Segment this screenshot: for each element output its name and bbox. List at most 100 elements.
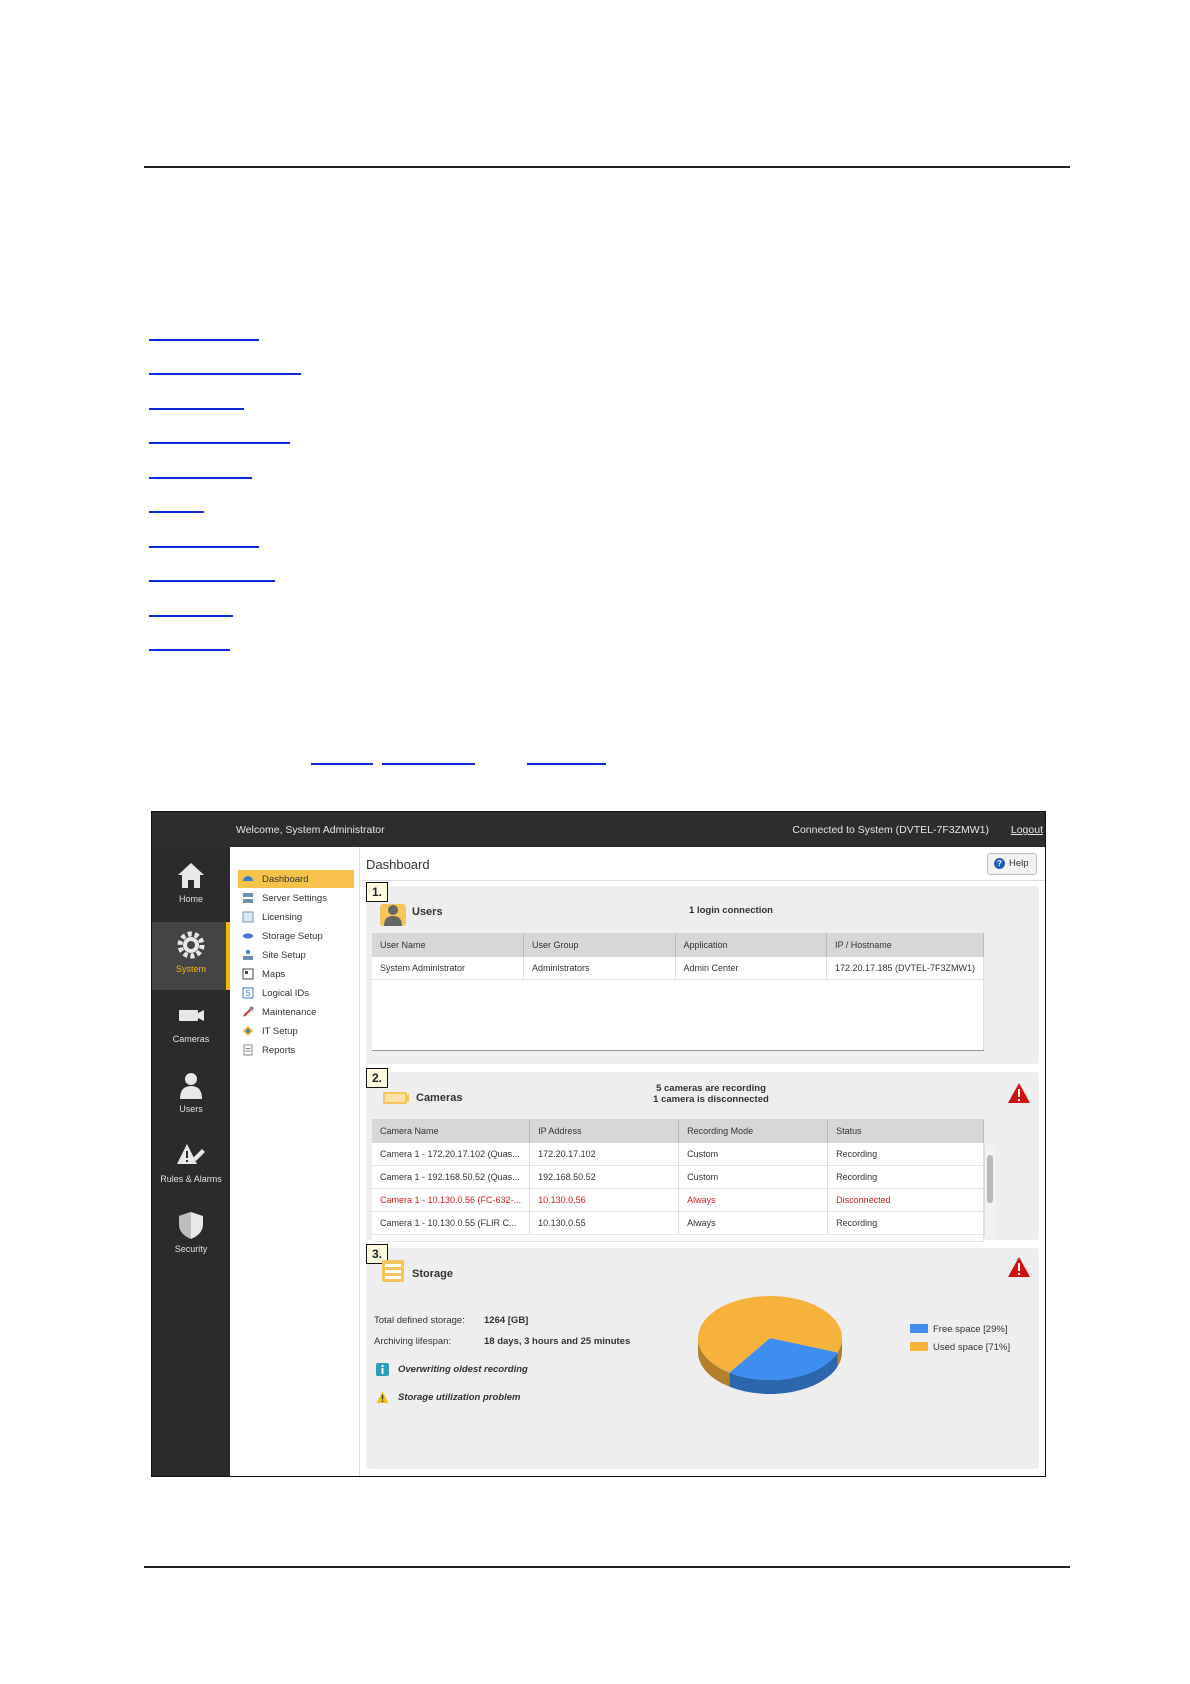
submenu-server-settings[interactable]: Server Settings	[238, 889, 354, 907]
table-cell: Custom	[678, 1165, 829, 1189]
toc-link-1[interactable]	[149, 339, 259, 341]
legend-entry: Used space [71%]	[910, 1342, 1010, 1353]
table-scrollbar[interactable]	[984, 1143, 995, 1237]
storage-icon	[243, 933, 253, 939]
column-header[interactable]: IP Address	[529, 1119, 680, 1143]
total-storage-value: 1264 [GB]	[484, 1315, 529, 1326]
table-cell: 10.130.0.55	[529, 1211, 680, 1235]
nav-security[interactable]: Security	[152, 1202, 230, 1270]
table-cell: Administrators	[523, 957, 676, 980]
table-cell: 192.168.50.52	[529, 1165, 680, 1189]
table-row[interactable]: Camera 1 - 10.130.0.55 (FLIR C... 10.130…	[372, 1211, 984, 1235]
info-icon	[376, 1363, 389, 1376]
submenu-maintenance[interactable]: Maintenance	[238, 1003, 354, 1021]
inline-link-3[interactable]	[527, 763, 606, 765]
dashboard-icon	[243, 876, 253, 881]
welcome-text: Welcome, System Administrator	[236, 824, 385, 836]
nav-cameras[interactable]: Cameras	[152, 992, 230, 1060]
reports-icon	[243, 1044, 253, 1056]
panel-title: Users	[412, 906, 443, 918]
users-table: User Name User Group Application IP / Ho…	[372, 933, 985, 1051]
scrollbar-thumb[interactable]	[987, 1155, 993, 1203]
toc-link-10[interactable]	[149, 649, 230, 651]
column-header[interactable]: Camera Name	[372, 1119, 531, 1143]
inline-link-2[interactable]	[382, 763, 475, 765]
table-cell: 10.130.0.56	[529, 1188, 680, 1212]
toc-link-8[interactable]	[149, 580, 275, 582]
legend-swatch	[910, 1342, 928, 1351]
column-header[interactable]: Recording Mode	[678, 1119, 829, 1143]
table-row[interactable]: System Administrator Administrators Admi…	[372, 957, 985, 980]
submenu-dashboard[interactable]: Dashboard	[238, 870, 354, 888]
table-cell: Custom	[678, 1143, 829, 1166]
submenu-storage-setup[interactable]: Storage Setup	[238, 927, 354, 945]
table-cell: 172.20.17.185 (DVTEL-7F3ZMW1)	[826, 957, 985, 980]
nav-users[interactable]: Users	[152, 1062, 230, 1130]
toc-link-4[interactable]	[149, 442, 290, 444]
table-row[interactable]: Camera 1 - 192.168.50.52 (Quas... 192.16…	[372, 1165, 984, 1189]
submenu-licensing[interactable]: Licensing	[238, 908, 354, 926]
main-nav: Home System Cameras Users Rules & Alarms…	[152, 847, 230, 1476]
table-row-partial	[372, 1234, 984, 1242]
nav-home[interactable]: Home	[152, 852, 230, 920]
table-cell: Camera 1 - 172.20.17.102 (Quas...	[372, 1143, 531, 1166]
nav-label: Users	[179, 1104, 203, 1114]
submenu-maps[interactable]: Maps	[238, 965, 354, 983]
content-area: Dashboard Server Settings Licensing Stor…	[230, 847, 1045, 1476]
table-cell: Recording	[827, 1143, 984, 1166]
toc-link-9[interactable]	[149, 615, 233, 617]
nav-label: System	[175, 964, 206, 974]
chart-legend: Free space [29%] Used space [71%]	[910, 1324, 1035, 1364]
submenu-reports[interactable]: Reports	[238, 1041, 354, 1059]
nav-label: Cameras	[172, 1034, 210, 1044]
nav-label: Rules & Alarms	[160, 1174, 222, 1184]
column-header[interactable]: User Group	[523, 933, 676, 957]
archiving-lifespan-label: Archiving lifespan:	[374, 1336, 452, 1347]
disconnected-count: 1 camera is disconnected	[653, 1094, 769, 1105]
connection-status: Connected to System (DVTEL-7F3ZMW1)	[792, 824, 989, 836]
submenu-logical-ids[interactable]: 5 Logical IDs	[238, 984, 354, 1002]
nav-rules-alarms[interactable]: Rules & Alarms	[152, 1132, 230, 1200]
toc-link-2[interactable]	[149, 373, 301, 375]
inline-link-1[interactable]	[311, 763, 373, 765]
column-header[interactable]: User Name	[372, 933, 525, 957]
dashboard-screenshot: Welcome, System Administrator Connected …	[151, 811, 1046, 1477]
total-storage: Total defined storage: 1264 [GB]	[374, 1315, 528, 1326]
licensing-icon	[242, 911, 254, 923]
storage-panel: 3. Storage Total defined storage: 1264 […	[366, 1244, 1039, 1469]
column-header[interactable]: Status	[827, 1119, 984, 1143]
rules-alarms-icon	[177, 1144, 205, 1164]
camera-icon	[383, 1092, 409, 1104]
column-header[interactable]: IP / Hostname	[826, 933, 985, 957]
camera-icon	[179, 1010, 204, 1021]
toc-link-5[interactable]	[149, 477, 252, 479]
table-cell: Disconnected	[827, 1188, 984, 1212]
storage-pie-chart	[698, 1296, 842, 1394]
alert-icon	[376, 1391, 389, 1403]
help-button[interactable]: ? Help	[987, 853, 1037, 875]
site-icon	[243, 950, 253, 960]
table-row[interactable]: Camera 1 - 172.20.17.102 (Quas... 172.20…	[372, 1143, 984, 1166]
logout-link[interactable]: Logout	[1011, 824, 1043, 836]
server-icon	[243, 893, 253, 903]
system-submenu: Dashboard Server Settings Licensing Stor…	[230, 847, 360, 1476]
submenu-it-setup[interactable]: IT Setup	[238, 1022, 354, 1040]
toc-link-6[interactable]	[149, 511, 204, 513]
maintenance-icon	[243, 1006, 254, 1017]
nav-label: Home	[178, 894, 203, 904]
submenu-site-setup[interactable]: Site Setup	[238, 946, 354, 964]
panel-status: 1 login connection	[689, 905, 773, 916]
gear-icon	[177, 931, 205, 959]
storage-icon	[382, 1260, 404, 1282]
table-cell: Camera 1 - 10.130.0.55 (FLIR C...	[372, 1211, 531, 1235]
table-row-disconnected[interactable]: Camera 1 - 10.130.0.56 (FC-632-... 10.13…	[372, 1188, 984, 1212]
column-header[interactable]: Application	[675, 933, 827, 957]
nav-system[interactable]: System	[152, 922, 230, 990]
toc-link-7[interactable]	[149, 546, 259, 548]
top-bar: Welcome, System Administrator Connected …	[152, 812, 1045, 847]
cameras-panel: 2. Cameras 5 cameras are recording 1 cam…	[366, 1068, 1039, 1242]
toc-link-3[interactable]	[149, 408, 244, 410]
legend-label: Free space [29%]	[933, 1324, 1008, 1335]
footer-rule	[144, 1566, 1070, 1568]
archiving-lifespan: Archiving lifespan: 18 days, 3 hours and…	[374, 1336, 630, 1347]
